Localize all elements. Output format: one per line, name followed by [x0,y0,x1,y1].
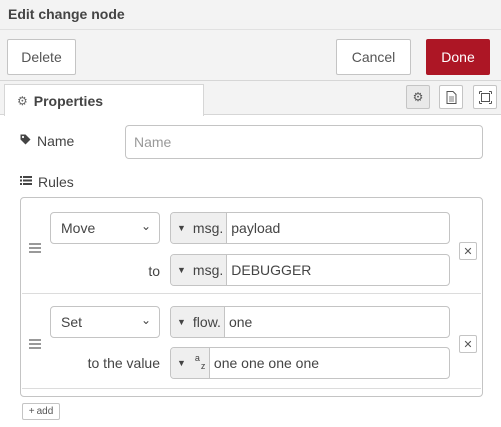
rules-label: Rules [20,174,74,190]
type-selector[interactable]: ▼ msg. [171,213,228,243]
rule-action-value: Set [61,314,83,330]
chevron-down-icon: ⌄ [140,313,151,327]
caret-down-icon: ▼ [177,358,186,368]
dialog-title: Edit change node [8,6,125,22]
drag-handle-icon[interactable] [29,243,41,253]
dialog-header: Edit change node [0,0,501,30]
property-value: payload [231,220,281,236]
caret-down-icon: ▼ [177,265,186,275]
to-the-value-label: to the value [87,355,160,371]
frame-icon[interactable] [473,85,497,109]
document-icon[interactable] [439,85,463,109]
type-label: flow. [192,314,221,330]
dialog-toolbar: Delete Cancel Done [0,30,501,81]
tab-properties-label: Properties [33,92,104,109]
type-selector[interactable]: ▼ msg. [171,255,228,285]
add-rule-button[interactable]: + add [22,403,60,420]
remove-rule-icon[interactable]: ✕ [459,242,477,260]
cog-icon[interactable]: ⚙ [406,85,430,109]
rule-action-select[interactable]: Move ⌄ [50,212,160,244]
rule-target-input[interactable]: ▼ msg. DEBUGGER [170,254,450,286]
value-text: one one one one [213,355,320,371]
tag-icon [20,134,31,148]
tab-bar: ⚙ Properties ⚙ [0,81,501,116]
rule-value-input[interactable]: ▼ az one one one one [170,347,450,379]
rule-property-input[interactable]: ▼ flow. one [170,306,450,338]
type-selector[interactable]: ▼ flow. [171,307,225,337]
remove-rule-icon[interactable]: ✕ [459,335,477,353]
rule-property-input[interactable]: ▼ msg. payload [170,212,450,244]
cog-icon: ⚙ [17,93,28,108]
to-label: to [148,263,160,279]
rule-action-select[interactable]: Set ⌄ [50,306,160,338]
cancel-button[interactable]: Cancel [336,39,411,75]
plus-icon: + [28,406,35,417]
rule-action-value: Move [61,220,96,236]
tab-properties[interactable]: ⚙ Properties [4,84,204,116]
list-icon [20,175,32,189]
caret-down-icon: ▼ [177,317,186,327]
rule-row: Set ⌄ ▼ flow. one to the value ▼ az one … [22,296,481,389]
drag-handle-icon[interactable] [29,339,41,349]
type-selector[interactable]: ▼ az [171,348,210,378]
delete-button[interactable]: Delete [7,39,76,75]
type-label: msg. [192,262,224,278]
rules-label-text: Rules [38,174,74,190]
caret-down-icon: ▼ [177,223,186,233]
property-value: one [228,314,253,330]
name-label-text: Name [37,133,75,149]
type-label: msg. [192,220,224,236]
rules-list: Move ⌄ ▼ msg. payload to ▼ msg. DEBUGGER… [20,197,483,397]
chevron-down-icon: ⌄ [140,219,151,233]
done-button[interactable]: Done [426,39,490,75]
rule-row: Move ⌄ ▼ msg. payload to ▼ msg. DEBUGGER… [22,199,481,294]
name-input[interactable] [125,125,483,159]
string-type-icon: az [194,353,206,371]
target-value: DEBUGGER [231,262,312,278]
add-rule-label: add [36,406,54,417]
name-label: Name [20,133,74,149]
